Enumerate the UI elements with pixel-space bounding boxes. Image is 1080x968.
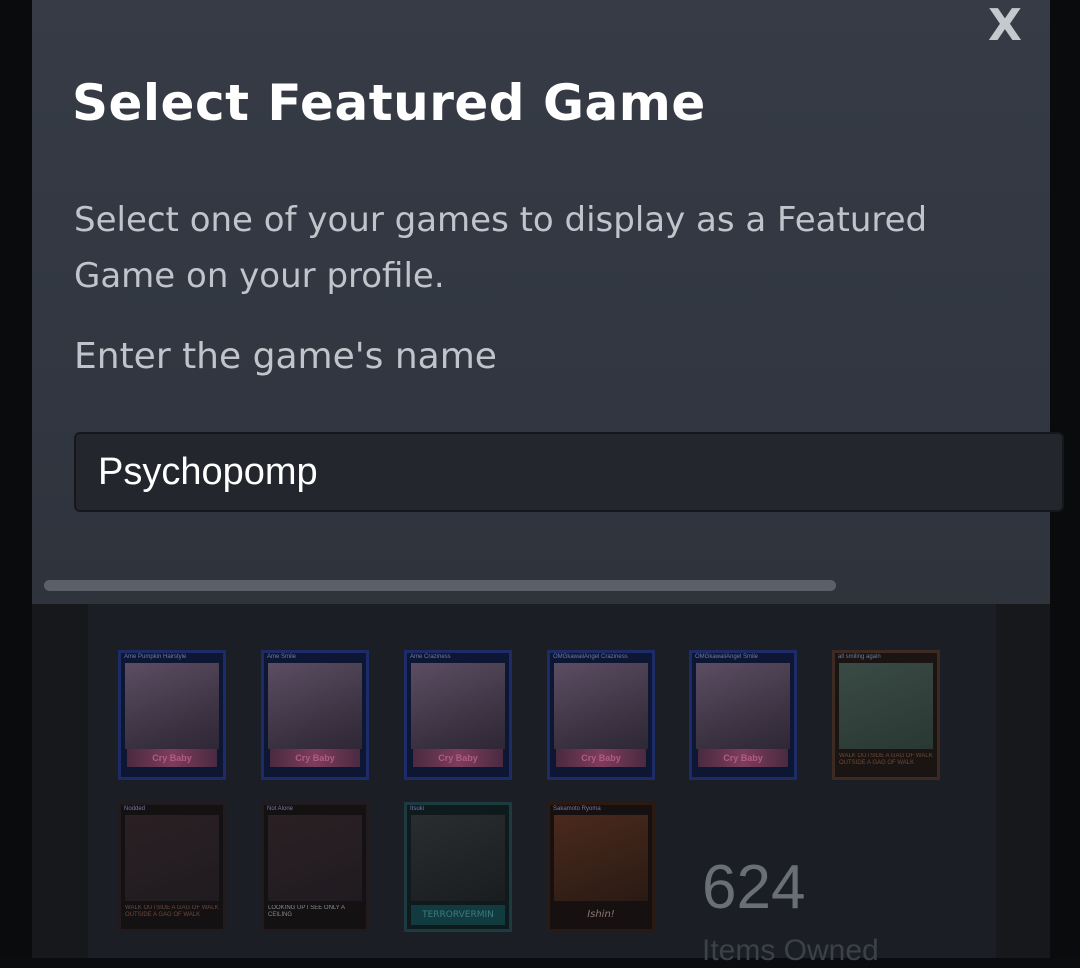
items-owned-label: Items Owned <box>702 934 879 967</box>
card-banner: Cry Baby <box>556 749 646 767</box>
card-art <box>839 663 933 749</box>
card-footer: WALK OUTSIDE A GAG OF WALK OUTSIDE A GAG… <box>839 753 933 766</box>
card-caption: Ame Pumpkin Hairstyle <box>124 654 187 660</box>
card-caption: Sakamoto Ryoma <box>553 806 601 812</box>
card-caption: Nodded <box>124 806 146 812</box>
card-banner: Cry Baby <box>698 749 788 767</box>
close-icon[interactable]: X <box>982 4 1028 50</box>
trading-card[interactable]: Sakamoto Ryoma Ishin! <box>547 802 655 932</box>
items-owned-count: 624 <box>702 853 806 922</box>
trading-card[interactable]: Itsuki TERRORVERMIN <box>404 802 512 932</box>
card-art <box>268 815 362 901</box>
trading-card[interactable]: Not Alone LOOKING UP I SEE ONLY A CEILIN… <box>261 802 369 932</box>
card-art <box>411 663 505 749</box>
card-art <box>125 815 219 901</box>
trading-card[interactable]: OMGkawaiiAngel Craziness Cry Baby <box>547 650 655 780</box>
card-art <box>125 663 219 749</box>
trading-card[interactable]: OMGkawaiiAngel Smile Cry Baby <box>689 650 797 780</box>
trading-card[interactable]: Ame Pumpkin Hairstyle Cry Baby <box>118 650 226 780</box>
trading-card[interactable]: Nodded WALK OUTSIDE A GAG OF WALK OUTSID… <box>118 802 226 932</box>
card-banner: Cry Baby <box>270 749 360 767</box>
card-caption: OMGkawaiiAngel Smile <box>695 654 759 660</box>
card-caption: Ame Craziness <box>410 654 451 660</box>
dialog-title: Select Featured Game <box>72 74 706 132</box>
left-edge <box>0 0 32 958</box>
dialog-description: Select one of your games to display as a… <box>74 200 928 296</box>
card-art <box>696 663 790 749</box>
card-footer: LOOKING UP I SEE ONLY A CEILING <box>268 905 345 918</box>
card-caption: OMGkawaiiAngel Craziness <box>553 654 628 660</box>
card-art <box>554 815 648 901</box>
card-caption: Itsuki <box>410 806 425 812</box>
card-footer: WALK OUTSIDE A GAG OF WALK OUTSIDE A GAG… <box>125 905 219 918</box>
card-caption: Not Alone <box>267 806 294 812</box>
game-name-label: Enter the game's name <box>74 336 497 377</box>
trading-card[interactable]: Ame Smile Cry Baby <box>261 650 369 780</box>
trading-card[interactable]: Ame Craziness Cry Baby <box>404 650 512 780</box>
card-banner: Cry Baby <box>413 749 503 767</box>
card-footer: TERRORVERMIN <box>411 905 505 925</box>
card-footer: Ishin! <box>587 909 615 920</box>
horizontal-scrollbar[interactable] <box>44 580 836 591</box>
trading-card[interactable]: all smiling again WALK OUTSIDE A GAG OF … <box>832 650 940 780</box>
card-caption: Ame Smile <box>267 654 297 660</box>
game-search-input[interactable] <box>74 432 1064 512</box>
card-art <box>268 663 362 749</box>
card-art <box>554 663 648 749</box>
card-art <box>411 815 505 901</box>
card-banner: Cry Baby <box>127 749 217 767</box>
card-caption: all smiling again <box>838 654 881 660</box>
